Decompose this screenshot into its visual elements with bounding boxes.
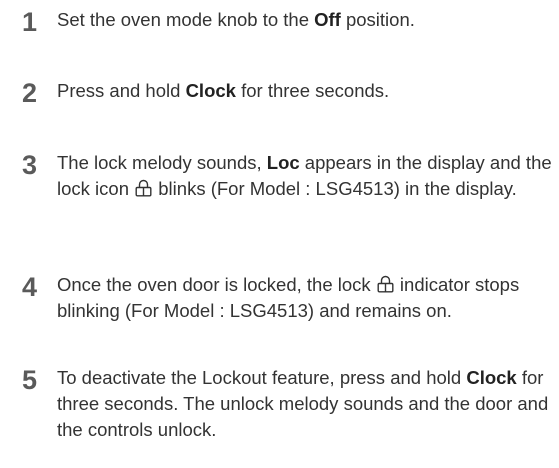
bold-keyword: Clock <box>185 80 236 101</box>
step-text-run: The lock melody sounds, <box>57 152 267 173</box>
step-text-run: Press and hold <box>57 80 186 101</box>
step-text-run: Once the oven door is locked, the lock <box>57 274 376 295</box>
step-text-run: Set the oven mode knob to the <box>57 9 315 30</box>
step-number: 1 <box>22 7 38 37</box>
step-text-run: position. <box>340 9 415 30</box>
bold-keyword: Off <box>314 9 341 30</box>
lock-icon <box>377 275 394 293</box>
step-text: Press and hold Clock for three seconds. <box>57 78 557 104</box>
step-number: 2 <box>22 78 38 108</box>
step-number: 3 <box>22 150 38 180</box>
step-number: 4 <box>22 272 38 302</box>
step-text: The lock melody sounds, Loc appears in t… <box>57 150 557 202</box>
step-text-run: To deactivate the Lockout feature, press… <box>57 367 467 388</box>
bold-keyword: Loc <box>266 152 300 173</box>
step-text: Set the oven mode knob to the Off positi… <box>57 7 557 33</box>
step-text: Once the oven door is locked, the lock i… <box>57 272 557 324</box>
step-number: 5 <box>22 365 38 395</box>
lock-icon <box>135 179 152 197</box>
step-text: To deactivate the Lockout feature, press… <box>57 365 557 443</box>
step-text-run: for three seconds. <box>235 80 390 101</box>
instruction-steps: 1 Set the oven mode knob to the Off posi… <box>0 0 559 468</box>
step-text-run: blinks (For Model : LSG4513) in the disp… <box>153 178 517 199</box>
bold-keyword: Clock <box>466 367 517 388</box>
